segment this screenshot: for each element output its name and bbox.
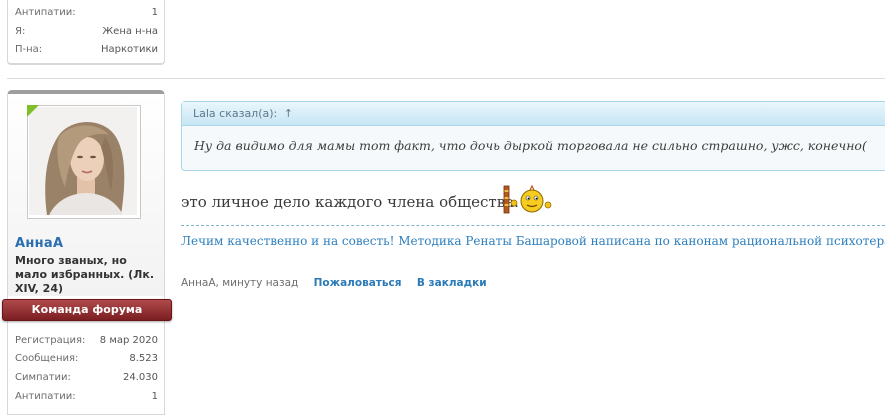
quote-text: Ну да видимо для мамы тот факт, что дочь…	[194, 138, 867, 153]
online-indicator-icon	[27, 105, 39, 117]
user-panel: АннаА Много званых, но мало избранных. (…	[2, 90, 172, 415]
post-author-time[interactable]: АннаА, минуту назад	[181, 277, 298, 289]
stat-label: Регистрация:	[15, 335, 86, 346]
stat-label: Антипатии:	[15, 391, 76, 402]
report-link[interactable]: Пожаловаться	[314, 277, 402, 289]
stat-value: 1	[151, 391, 158, 402]
stat-row: П-на: Наркотики	[15, 44, 158, 60]
stat-label: Сообщения:	[15, 353, 79, 364]
stat-label: П-на:	[15, 44, 43, 55]
stat-value: Жена н-на	[102, 26, 158, 37]
smiley-with-sign-icon	[503, 185, 552, 214]
stat-row: Антипатии: 1	[15, 7, 158, 23]
post-divider	[7, 78, 885, 79]
stat-row: Антипатии: 1	[15, 391, 158, 407]
post-footer: АннаА, минуту назад Пожаловаться В закла…	[181, 277, 487, 289]
avatar-photo	[29, 107, 137, 215]
stat-label: Симпатии:	[15, 372, 71, 383]
stat-value: Наркотики	[100, 44, 158, 55]
signature-link[interactable]: Лечим качественно и на совесть! Методика…	[181, 234, 885, 248]
stat-value: 1	[151, 7, 158, 18]
quote-jump-arrow-icon[interactable]: ↑	[284, 107, 293, 120]
quote-header: Lala сказал(а): ↑	[182, 102, 885, 126]
quote-author: Lala сказал(а):	[193, 107, 278, 120]
avatar[interactable]	[27, 105, 141, 219]
stat-label: Я:	[15, 26, 26, 37]
stat-label: Антипатии:	[15, 7, 76, 18]
stat-value: 8.523	[129, 353, 158, 364]
stat-row: Я: Жена н-на	[15, 26, 158, 42]
quote-block: Lala сказал(а): ↑ Ну да видимо для мамы …	[181, 101, 885, 171]
user-title: Много званых, но мало избранных. (Лк. XI…	[15, 254, 154, 295]
staff-banner: Команда форума	[2, 299, 172, 321]
stat-value: 24.030	[123, 372, 158, 383]
message-text: это личное дело каждого члена общества.	[181, 193, 519, 211]
previous-user-panel: Антипатии: 1 Я: Жена н-на П-на: Наркотик…	[7, 0, 165, 65]
username[interactable]: АннаА	[15, 236, 63, 251]
stat-row: Сообщения: 8.523	[15, 353, 158, 369]
signature-divider	[181, 225, 885, 226]
stat-row: Симпатии: 24.030	[15, 372, 158, 388]
stat-value: 8 мар 2020	[99, 335, 158, 346]
stat-row: Регистрация: 8 мар 2020	[15, 335, 158, 351]
bookmark-link[interactable]: В закладки	[417, 277, 487, 289]
